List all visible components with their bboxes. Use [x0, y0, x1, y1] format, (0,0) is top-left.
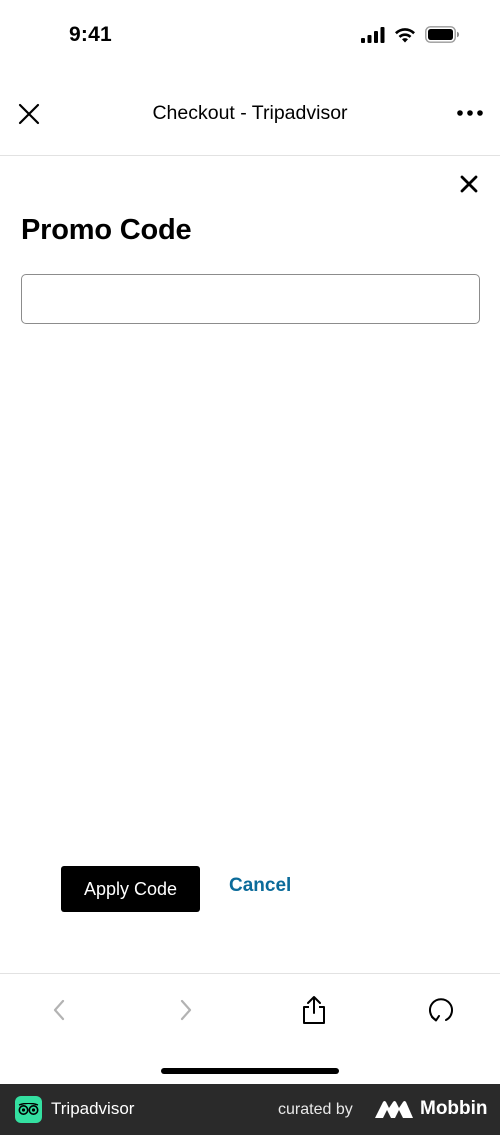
- app-name: Tripadvisor: [51, 1099, 135, 1118]
- nav-title: Checkout - Tripadvisor: [152, 102, 348, 124]
- page: 9:41 Checkout - Tripadvisor Promo Code A…: [0, 0, 500, 1135]
- tripadvisor-logo-icon: [15, 1096, 42, 1123]
- back-icon[interactable]: [41, 992, 77, 1028]
- status-icons: [361, 26, 460, 48]
- curated-by-label: curated by: [278, 1101, 353, 1118]
- footer: Tripadvisor curated by Mobbin: [0, 1084, 500, 1135]
- forward-icon[interactable]: [168, 992, 204, 1028]
- battery-icon: [425, 26, 460, 48]
- promo-code-heading: Promo Code: [21, 214, 192, 246]
- mobbin-name: Mobbin: [420, 1098, 488, 1119]
- promo-code-input[interactable]: [21, 274, 480, 324]
- wifi-icon: [394, 27, 416, 48]
- apply-code-button[interactable]: Apply Code: [61, 866, 200, 912]
- signal-icon: [361, 26, 385, 48]
- refresh-icon[interactable]: [423, 992, 459, 1028]
- cancel-button[interactable]: Cancel: [229, 875, 291, 897]
- browser-toolbar: [0, 973, 500, 1084]
- status-time: 9:41: [69, 23, 112, 46]
- home-indicator: [161, 1068, 339, 1074]
- nav-bar: Checkout - Tripadvisor: [0, 75, 500, 156]
- more-icon[interactable]: [454, 101, 486, 125]
- dismiss-close-icon[interactable]: [456, 171, 482, 197]
- status-bar: 9:41: [0, 0, 500, 75]
- share-icon[interactable]: [296, 992, 332, 1028]
- mobbin-logo-icon: [375, 1100, 413, 1123]
